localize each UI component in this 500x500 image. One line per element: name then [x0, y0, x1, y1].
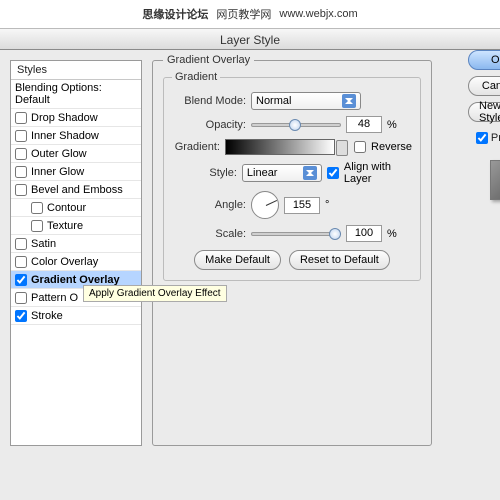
watermark-bar: 思缘设计论坛 网页教学网 www.webjx.com	[0, 0, 500, 28]
right-button-column: OK Cancel New Style Preview	[454, 50, 500, 200]
sidebar-header-styles[interactable]: Styles	[11, 61, 141, 80]
sidebar-item-label: Inner Glow	[31, 166, 84, 178]
sidebar-item-label: Drop Shadow	[31, 112, 98, 124]
ok-button[interactable]: OK	[468, 50, 500, 70]
sidebar-item-outer-glow[interactable]: Outer Glow	[11, 145, 141, 163]
tooltip: Apply Gradient Overlay Effect	[83, 285, 227, 302]
angle-input[interactable]: 155	[284, 197, 320, 214]
sidebar-item-inner-glow[interactable]: Inner Glow	[11, 163, 141, 181]
degree-symbol: °	[325, 199, 329, 211]
cancel-button[interactable]: Cancel	[468, 76, 500, 96]
scale-slider[interactable]	[251, 232, 341, 236]
sidebar-blending-options[interactable]: Blending Options: Default	[11, 80, 141, 109]
style-checkbox[interactable]	[15, 292, 27, 304]
sidebar-item-label: Inner Shadow	[31, 130, 99, 142]
gradient-overlay-panel: Gradient Overlay Gradient Blend Mode: No…	[152, 60, 432, 446]
style-checkbox[interactable]	[15, 130, 27, 142]
style-checkbox[interactable]	[31, 220, 43, 232]
sidebar-item-label: Texture	[47, 220, 83, 232]
scale-percent: %	[387, 228, 397, 240]
style-checkbox[interactable]	[15, 166, 27, 178]
sidebar-item-texture[interactable]: Texture	[11, 217, 141, 235]
make-default-button[interactable]: Make Default	[194, 250, 281, 270]
style-dropdown[interactable]: Linear	[242, 164, 322, 182]
gradient-label: Gradient:	[172, 141, 220, 153]
opacity-slider[interactable]	[251, 123, 341, 127]
group-title: Gradient Overlay	[163, 54, 254, 66]
watermark-text-1: 思缘设计论坛	[142, 6, 208, 22]
sidebar-item-label: Gradient Overlay	[31, 274, 120, 286]
sidebar-item-color-overlay[interactable]: Color Overlay	[11, 253, 141, 271]
sidebar-item-label: Satin	[31, 238, 56, 250]
sidebar-item-bevel-and-emboss[interactable]: Bevel and Emboss	[11, 181, 141, 199]
sidebar-item-satin[interactable]: Satin	[11, 235, 141, 253]
blend-mode-dropdown[interactable]: Normal	[251, 92, 361, 110]
gradient-picker[interactable]	[225, 139, 335, 155]
style-checkbox[interactable]	[15, 310, 27, 322]
style-checkbox[interactable]	[15, 148, 27, 160]
layer-style-dialog: Styles Blending Options: Default Drop Sh…	[0, 50, 500, 456]
sidebar-item-contour[interactable]: Contour	[11, 199, 141, 217]
style-label: Style:	[172, 167, 237, 179]
sidebar-item-label: Color Overlay	[31, 256, 98, 268]
opacity-input[interactable]: 48	[346, 116, 382, 133]
scale-input[interactable]: 100	[346, 225, 382, 242]
sidebar-item-label: Outer Glow	[31, 148, 87, 160]
angle-dial[interactable]	[251, 191, 279, 219]
new-style-button[interactable]: New Style	[468, 102, 500, 122]
align-checkbox[interactable]	[327, 167, 339, 179]
gradient-subtitle: Gradient	[172, 71, 220, 83]
opacity-percent: %	[387, 119, 397, 131]
chevron-updown-icon	[303, 166, 317, 180]
style-value: Linear	[247, 167, 278, 179]
styles-sidebar: Styles Blending Options: Default Drop Sh…	[10, 60, 142, 446]
style-checkbox[interactable]	[15, 238, 27, 250]
sidebar-empty	[11, 325, 141, 445]
sidebar-item-label: Stroke	[31, 310, 63, 322]
style-checkbox[interactable]	[15, 256, 27, 268]
opacity-label: Opacity:	[172, 119, 246, 131]
style-checkbox[interactable]	[15, 274, 27, 286]
dialog-titlebar: Layer Style	[0, 28, 500, 50]
chevron-updown-icon	[342, 94, 356, 108]
sidebar-item-label: Contour	[47, 202, 86, 214]
sidebar-item-drop-shadow[interactable]: Drop Shadow	[11, 109, 141, 127]
sidebar-item-label: Pattern O	[31, 292, 78, 304]
style-checkbox[interactable]	[15, 184, 27, 196]
watermark-url: www.webjx.com	[279, 8, 357, 20]
sidebar-item-label: Bevel and Emboss	[31, 184, 123, 196]
sidebar-item-stroke[interactable]: Stroke	[11, 307, 141, 325]
blend-mode-value: Normal	[256, 95, 291, 107]
blend-mode-label: Blend Mode:	[172, 95, 246, 107]
style-checkbox[interactable]	[31, 202, 43, 214]
reverse-label: Reverse	[371, 141, 412, 153]
align-label: Align with Layer	[344, 161, 412, 185]
gradient-group: Gradient Blend Mode: Normal Opacity: 48 …	[163, 77, 421, 281]
watermark-text-2: 网页教学网	[216, 6, 271, 22]
preview-label: Preview	[491, 132, 500, 144]
scale-label: Scale:	[172, 228, 246, 240]
reverse-checkbox[interactable]	[354, 141, 366, 153]
angle-label: Angle:	[172, 199, 246, 211]
style-checkbox[interactable]	[15, 112, 27, 124]
reset-default-button[interactable]: Reset to Default	[289, 250, 390, 270]
chevron-down-icon[interactable]	[336, 140, 348, 156]
sidebar-item-inner-shadow[interactable]: Inner Shadow	[11, 127, 141, 145]
preview-checkbox[interactable]	[476, 132, 488, 144]
preview-swatch	[490, 160, 500, 200]
